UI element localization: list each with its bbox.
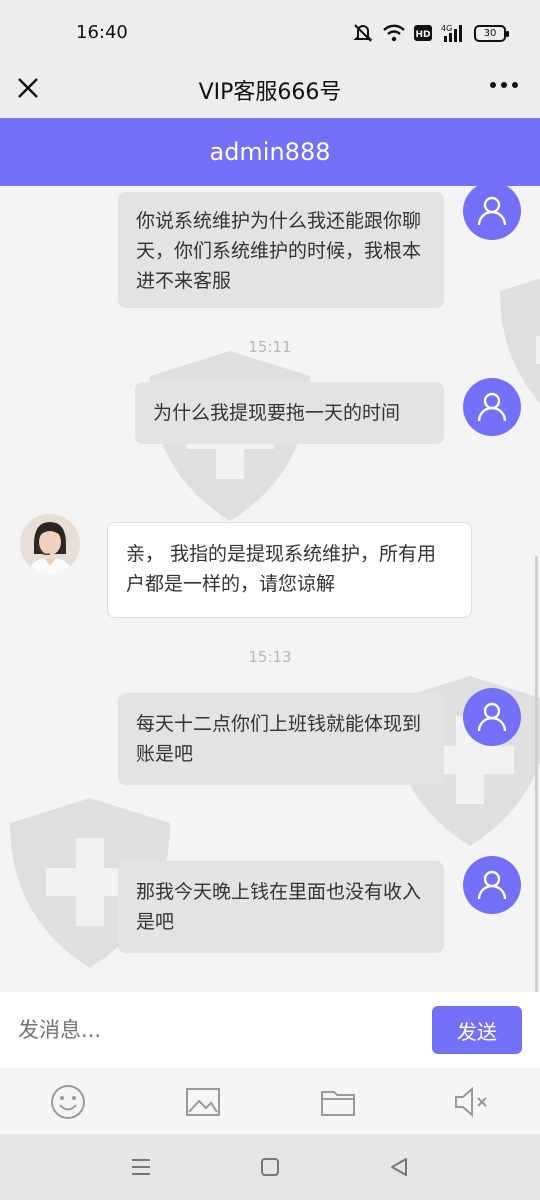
chat-scrollbar[interactable] [535,556,538,992]
send-button[interactable]: 发送 [432,1006,522,1054]
message-bubble-outgoing: 你说系统维护为什么我还能跟你聊天，你们系统维护的时候，我根本进不来客服 [118,192,444,308]
menu-icon[interactable] [128,1154,154,1180]
image-icon[interactable] [183,1084,223,1120]
user-avatar [463,186,521,240]
status-bar: 16:40 HD 4G 30 [0,0,540,64]
svg-text:4G: 4G [441,24,452,33]
wifi-icon [383,24,405,42]
message-bubble-incoming: 亲， 我指的是提现系统维护，所有用户都是一样的，请您谅解 [107,522,472,618]
chat-toolbar [0,1068,540,1134]
home-icon[interactable] [257,1154,283,1180]
message-bubble-outgoing: 为什么我提现要拖一天的时间 [135,382,444,444]
back-icon[interactable] [386,1154,412,1180]
system-nav-bar [0,1134,540,1200]
emoji-icon[interactable] [48,1084,88,1120]
signal-4g-icon: 4G [441,23,465,43]
message-bubble-outgoing: 每天十二点你们上班钱就能体现到账是吧 [118,693,444,785]
battery-icon: 30 [474,24,509,42]
title-bar: VIP客服666号 [0,64,540,118]
svg-text:HD: HD [415,30,430,40]
user-avatar [463,378,521,436]
mute-vibrate-icon [352,23,374,43]
app-root: 16:40 HD 4G 30 VIP客服666号 admin888 你说系统维护… [0,0,540,1200]
folder-icon[interactable] [318,1084,358,1120]
message-timestamp: 15:11 [248,338,292,356]
user-avatar [463,856,521,914]
more-icon[interactable] [490,82,518,88]
message-input[interactable] [18,1014,398,1046]
agent-avatar [20,514,80,574]
chat-area[interactable]: 你说系统维护为什么我还能跟你聊天，你们系统维护的时候，我根本进不来客服 15:1… [0,186,540,992]
message-input-bar: 发送 [0,992,540,1068]
chat-header-banner: admin888 [0,118,540,186]
message-bubble-outgoing: 那我今天晚上钱在里面也没有收入是吧 [118,861,444,953]
page-title: VIP客服666号 [198,80,342,105]
status-time: 16:40 [76,22,128,43]
user-avatar [463,688,521,746]
mute-icon[interactable] [453,1084,493,1120]
message-timestamp: 15:13 [248,648,292,666]
status-icons: HD 4G 30 [352,22,509,44]
hd-icon: HD [414,24,432,42]
